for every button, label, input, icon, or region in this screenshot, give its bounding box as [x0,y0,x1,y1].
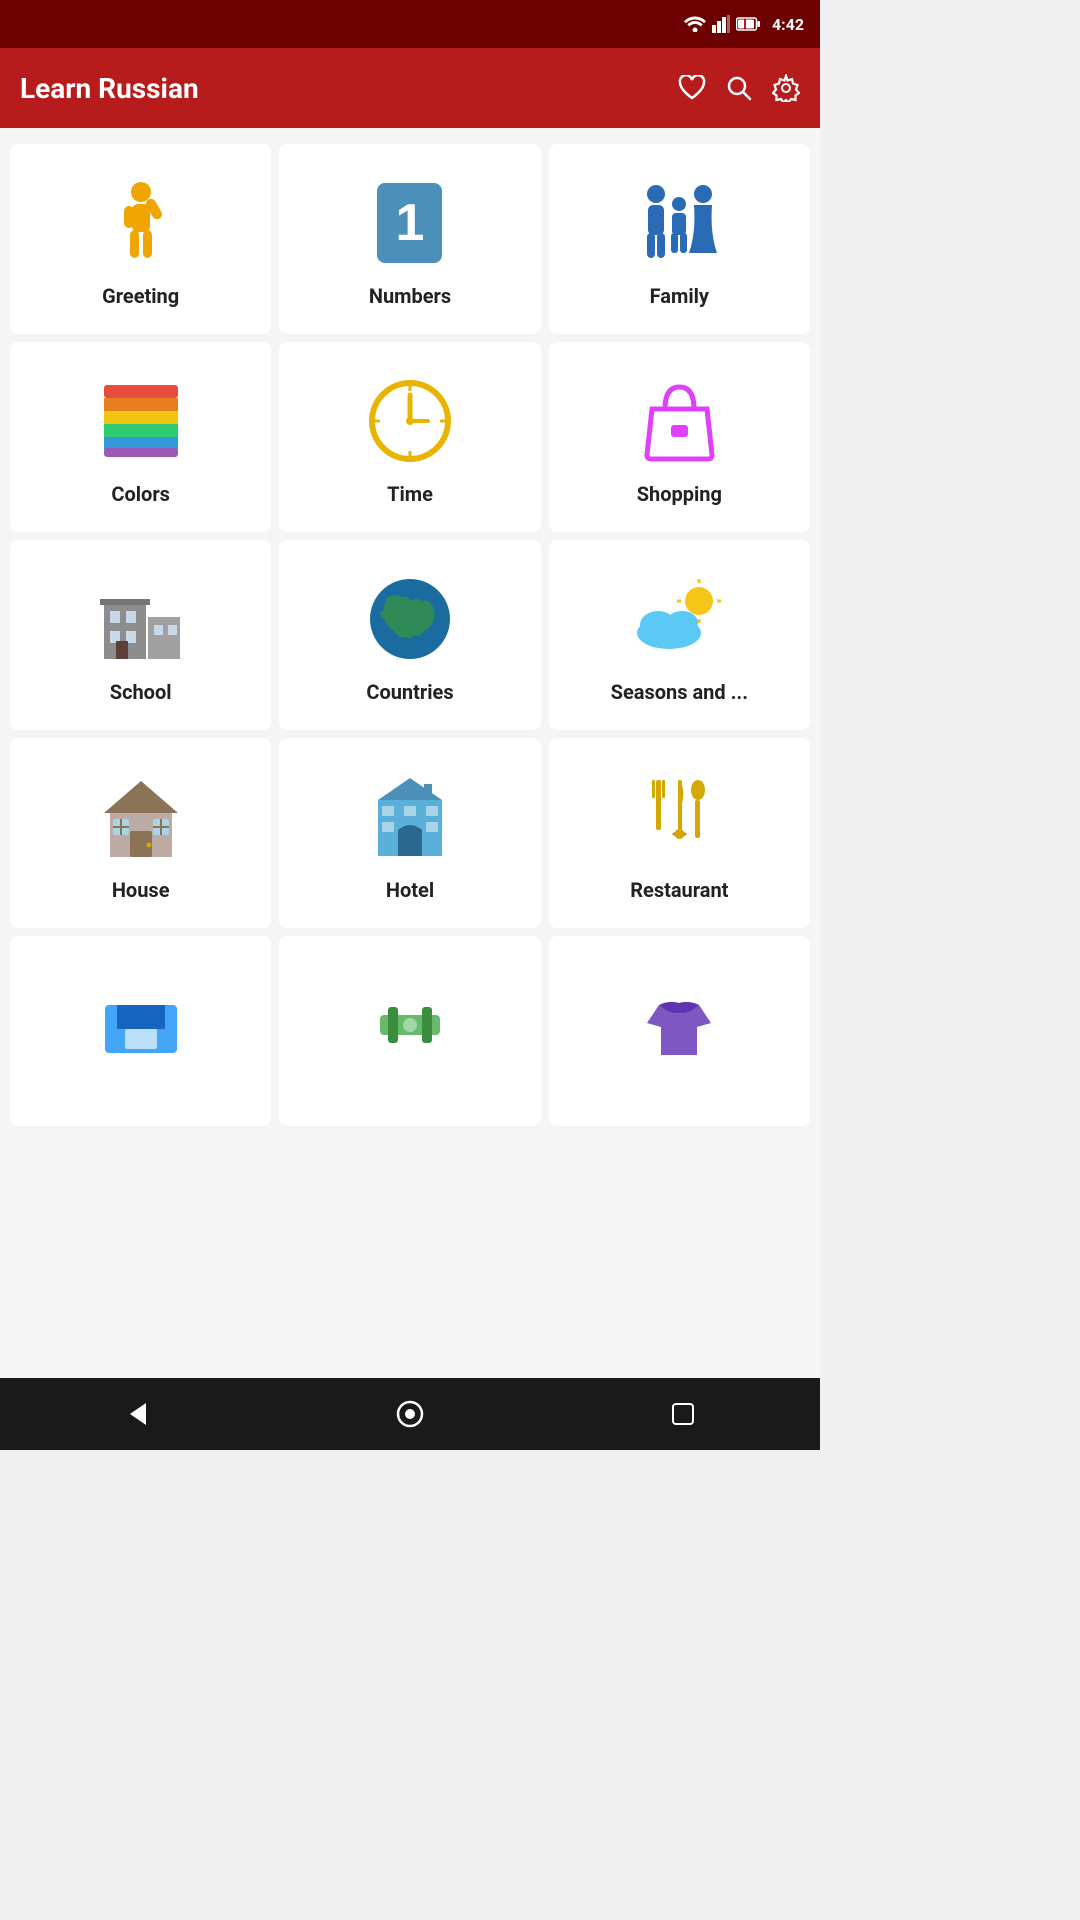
school-icon [96,574,186,664]
item14-icon [365,982,455,1072]
action-icons [678,74,800,102]
category-family[interactable]: Family [549,144,810,334]
status-icons: 4:42 [684,15,804,34]
hotel-label: Hotel [386,878,434,902]
restaurant-icon [634,772,724,862]
category-hotel[interactable]: Hotel [279,738,540,928]
house-label: House [112,878,170,902]
category-numbers[interactable]: 1 Numbers [279,144,540,334]
category-item13[interactable] [10,936,271,1126]
category-greeting[interactable]: Greeting [10,144,271,334]
svg-text:1: 1 [396,194,425,252]
categories-grid: Greeting 1 Numbers [10,144,810,1126]
seasons-label: Seasons and ... [611,680,748,704]
shopping-label: Shopping [637,482,722,506]
item15-icon [634,982,724,1072]
home-button[interactable] [380,1384,440,1444]
category-restaurant[interactable]: Restaurant [549,738,810,928]
app-title: Learn Russian [20,72,662,105]
main-content: Greeting 1 Numbers [0,128,820,1378]
countries-label: Countries [366,680,453,704]
back-button[interactable] [107,1384,167,1444]
app-bar: Learn Russian [0,48,820,128]
settings-icon[interactable] [772,74,800,102]
greeting-label: Greeting [102,284,179,308]
colors-icon [96,376,186,466]
category-shopping[interactable]: Shopping [549,342,810,532]
search-icon[interactable] [726,75,752,101]
hotel-icon [365,772,455,862]
school-label: School [110,680,172,704]
category-school[interactable]: School [10,540,271,730]
time-label: Time [387,482,433,506]
battery-icon [736,17,760,31]
wifi-icon [684,16,706,32]
category-item15[interactable] [549,936,810,1126]
category-time[interactable]: Time [279,342,540,532]
item13-icon [96,982,186,1072]
category-item14[interactable] [279,936,540,1126]
bottom-nav [0,1378,820,1450]
greeting-icon [96,178,186,268]
numbers-label: Numbers [369,284,451,308]
family-label: Family [650,284,709,308]
restaurant-label: Restaurant [630,878,728,902]
colors-label: Colors [111,482,170,506]
category-colors[interactable]: Colors [10,342,271,532]
family-icon [634,178,724,268]
recent-button[interactable] [653,1384,713,1444]
seasons-icon [634,574,724,664]
category-countries[interactable]: Countries [279,540,540,730]
numbers-icon: 1 [365,178,455,268]
signal-icon [712,15,730,33]
category-house[interactable]: House [10,738,271,928]
house-icon [96,772,186,862]
category-seasons[interactable]: Seasons and ... [549,540,810,730]
shopping-icon [634,376,724,466]
countries-icon [365,574,455,664]
status-bar: 4:42 [0,0,820,48]
time-icon [365,376,455,466]
favorites-icon[interactable] [678,75,706,101]
status-time: 4:42 [772,15,804,34]
